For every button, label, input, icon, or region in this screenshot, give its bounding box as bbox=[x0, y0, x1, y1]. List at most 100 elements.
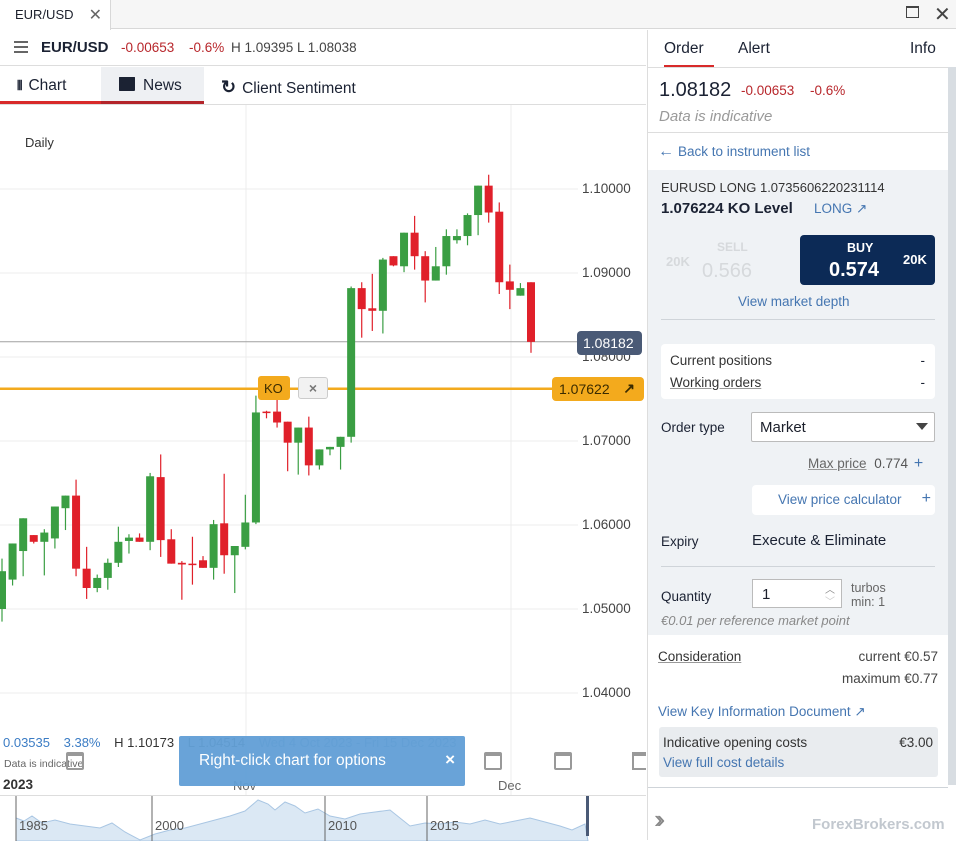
candle-body bbox=[103, 562, 112, 578]
price-calculator-label: View price calculator bbox=[778, 492, 902, 507]
candle-body bbox=[251, 412, 260, 523]
max-price-row: Max price 0.774 + bbox=[808, 455, 923, 473]
chart-tabs: ⫴ Chart News ↻ Client Sentiment bbox=[0, 67, 646, 105]
candle-body bbox=[516, 288, 525, 296]
y-axis-tick-label: 1.05000 bbox=[582, 601, 631, 616]
navigator-sparkline bbox=[15, 796, 589, 841]
maximize-icon[interactable] bbox=[906, 6, 919, 18]
close-window-icon[interactable]: ✕ bbox=[934, 2, 951, 27]
calendar-icon[interactable] bbox=[632, 752, 646, 770]
chart-area[interactable]: Daily 1.10000 1.09000 1.08000 1.07000 1.0600… bbox=[0, 105, 646, 795]
external-arrow-icon: ↗ bbox=[856, 201, 868, 216]
navigator-label: 2000 bbox=[155, 818, 184, 833]
tab-order[interactable]: Order bbox=[664, 40, 714, 68]
bid-price: 1.08182 bbox=[659, 79, 732, 101]
candle-body bbox=[474, 185, 483, 216]
candlestick-icon: ⫴ bbox=[17, 78, 23, 93]
kid-link[interactable]: View Key Information Document ↗ bbox=[658, 704, 866, 720]
candle-body bbox=[347, 288, 356, 437]
hamburger-menu-icon[interactable] bbox=[14, 41, 28, 53]
external-link-icon: ↗ bbox=[854, 704, 866, 719]
candle-body bbox=[114, 541, 123, 563]
instrument-name: EUR/USD bbox=[41, 39, 109, 56]
candle-body bbox=[357, 288, 366, 310]
tab-info[interactable]: Info bbox=[910, 40, 936, 58]
calendar-icon[interactable] bbox=[66, 752, 84, 770]
chart-navigator[interactable]: 1985 2000 2010 2015 bbox=[0, 795, 646, 841]
document-tab-label: EUR/USD bbox=[15, 7, 74, 22]
arrow-up-right-icon: ↗ bbox=[623, 380, 635, 396]
stepper-down-icon[interactable]: ﹀ bbox=[825, 593, 835, 608]
working-orders-link[interactable]: Working orders bbox=[670, 375, 761, 390]
buy-size: 20K bbox=[903, 252, 927, 267]
collapse-panel-icon[interactable]: ›› bbox=[654, 804, 666, 835]
header-high-low: H 1.09395 L 1.08038 bbox=[231, 40, 357, 55]
long-link-label: LONG bbox=[814, 201, 853, 216]
toast-close-button[interactable]: × bbox=[445, 750, 455, 770]
navigator-area bbox=[15, 799, 589, 841]
remove-ko-button[interactable]: × bbox=[298, 377, 328, 399]
panel-scrollbar[interactable] bbox=[948, 67, 956, 785]
per-point-note: €0.01 per reference market point bbox=[661, 613, 850, 628]
candle-body bbox=[495, 211, 504, 283]
back-link-label: Back to instrument list bbox=[678, 144, 811, 159]
full-cost-details-link[interactable]: View full cost details bbox=[663, 755, 784, 770]
y-axis-tick-label: 1.07000 bbox=[582, 433, 631, 448]
watermark: ForexBrokers.com bbox=[812, 816, 945, 833]
navigator-handle[interactable] bbox=[586, 796, 589, 836]
tab-client-sentiment-label: Client Sentiment bbox=[242, 80, 356, 97]
candle-body bbox=[146, 476, 155, 542]
current-price-tag: 1.08182 bbox=[577, 331, 642, 355]
candle-body bbox=[167, 539, 176, 564]
candle-body bbox=[315, 449, 324, 466]
candle-body bbox=[410, 232, 419, 257]
candle-body bbox=[124, 537, 133, 541]
document-tab[interactable]: EUR/USD ✕ bbox=[0, 0, 111, 30]
candle-body bbox=[19, 518, 28, 552]
candle-body bbox=[220, 523, 229, 556]
candle-body bbox=[241, 522, 250, 547]
ko-level-tag[interactable]: 1.07622 ↗ bbox=[552, 377, 644, 401]
stats-change: 0.03535 bbox=[3, 735, 50, 750]
view-market-depth-link[interactable]: View market depth bbox=[738, 294, 850, 309]
candle-body bbox=[199, 560, 208, 568]
candle-body bbox=[304, 427, 313, 466]
calendar-icon[interactable] bbox=[484, 752, 502, 770]
candle-body bbox=[50, 506, 59, 539]
calendar-icon[interactable] bbox=[554, 752, 572, 770]
order-type-select[interactable]: Market bbox=[751, 412, 935, 442]
quantity-input[interactable]: 1 ︿ ﹀ bbox=[752, 579, 842, 608]
opening-costs-box: Indicative opening costs €3.00 View full… bbox=[659, 727, 938, 777]
candle-body bbox=[262, 411, 271, 414]
tab-chart[interactable]: ⫴ Chart bbox=[0, 67, 101, 104]
plus-icon[interactable]: + bbox=[914, 455, 923, 472]
candle-body bbox=[93, 577, 102, 588]
max-price-link[interactable]: Max price bbox=[808, 456, 867, 471]
tab-news[interactable]: News bbox=[101, 67, 204, 104]
back-to-instrument-list-link[interactable]: ← Back to instrument list bbox=[658, 143, 810, 161]
product-name: EURUSD LONG 1.0735606220231114 bbox=[661, 180, 885, 195]
candle-body bbox=[8, 543, 17, 580]
close-tab-icon[interactable]: ✕ bbox=[89, 5, 102, 25]
long-link[interactable]: LONG ↗ bbox=[814, 201, 867, 217]
candlestick-chart[interactable] bbox=[0, 105, 646, 795]
order-type-value: Market bbox=[760, 419, 806, 436]
right-click-toast: Right-click chart for options × bbox=[179, 736, 465, 786]
candle-body bbox=[378, 259, 387, 311]
caret-down-icon bbox=[916, 423, 928, 430]
consideration-link[interactable]: Consideration bbox=[658, 649, 741, 664]
kid-link-label: View Key Information Document bbox=[658, 704, 851, 719]
candle-body bbox=[294, 427, 303, 443]
arrow-left-icon: ← bbox=[658, 143, 674, 160]
candle-body bbox=[527, 282, 535, 342]
ko-label[interactable]: KO bbox=[258, 376, 290, 400]
price-calculator-button[interactable]: View price calculator + bbox=[752, 485, 935, 515]
y-axis-tick-label: 1.04000 bbox=[582, 685, 631, 700]
candle-body bbox=[283, 421, 292, 443]
tab-alert[interactable]: Alert bbox=[738, 40, 770, 58]
candle-body bbox=[368, 308, 377, 311]
tab-client-sentiment[interactable]: ↻ Client Sentiment bbox=[221, 67, 391, 104]
opening-costs-value: €3.00 bbox=[899, 735, 933, 750]
buy-button[interactable]: BUY 0.574 20K bbox=[800, 235, 935, 285]
consideration-maximum: maximum €0.77 bbox=[841, 671, 938, 686]
